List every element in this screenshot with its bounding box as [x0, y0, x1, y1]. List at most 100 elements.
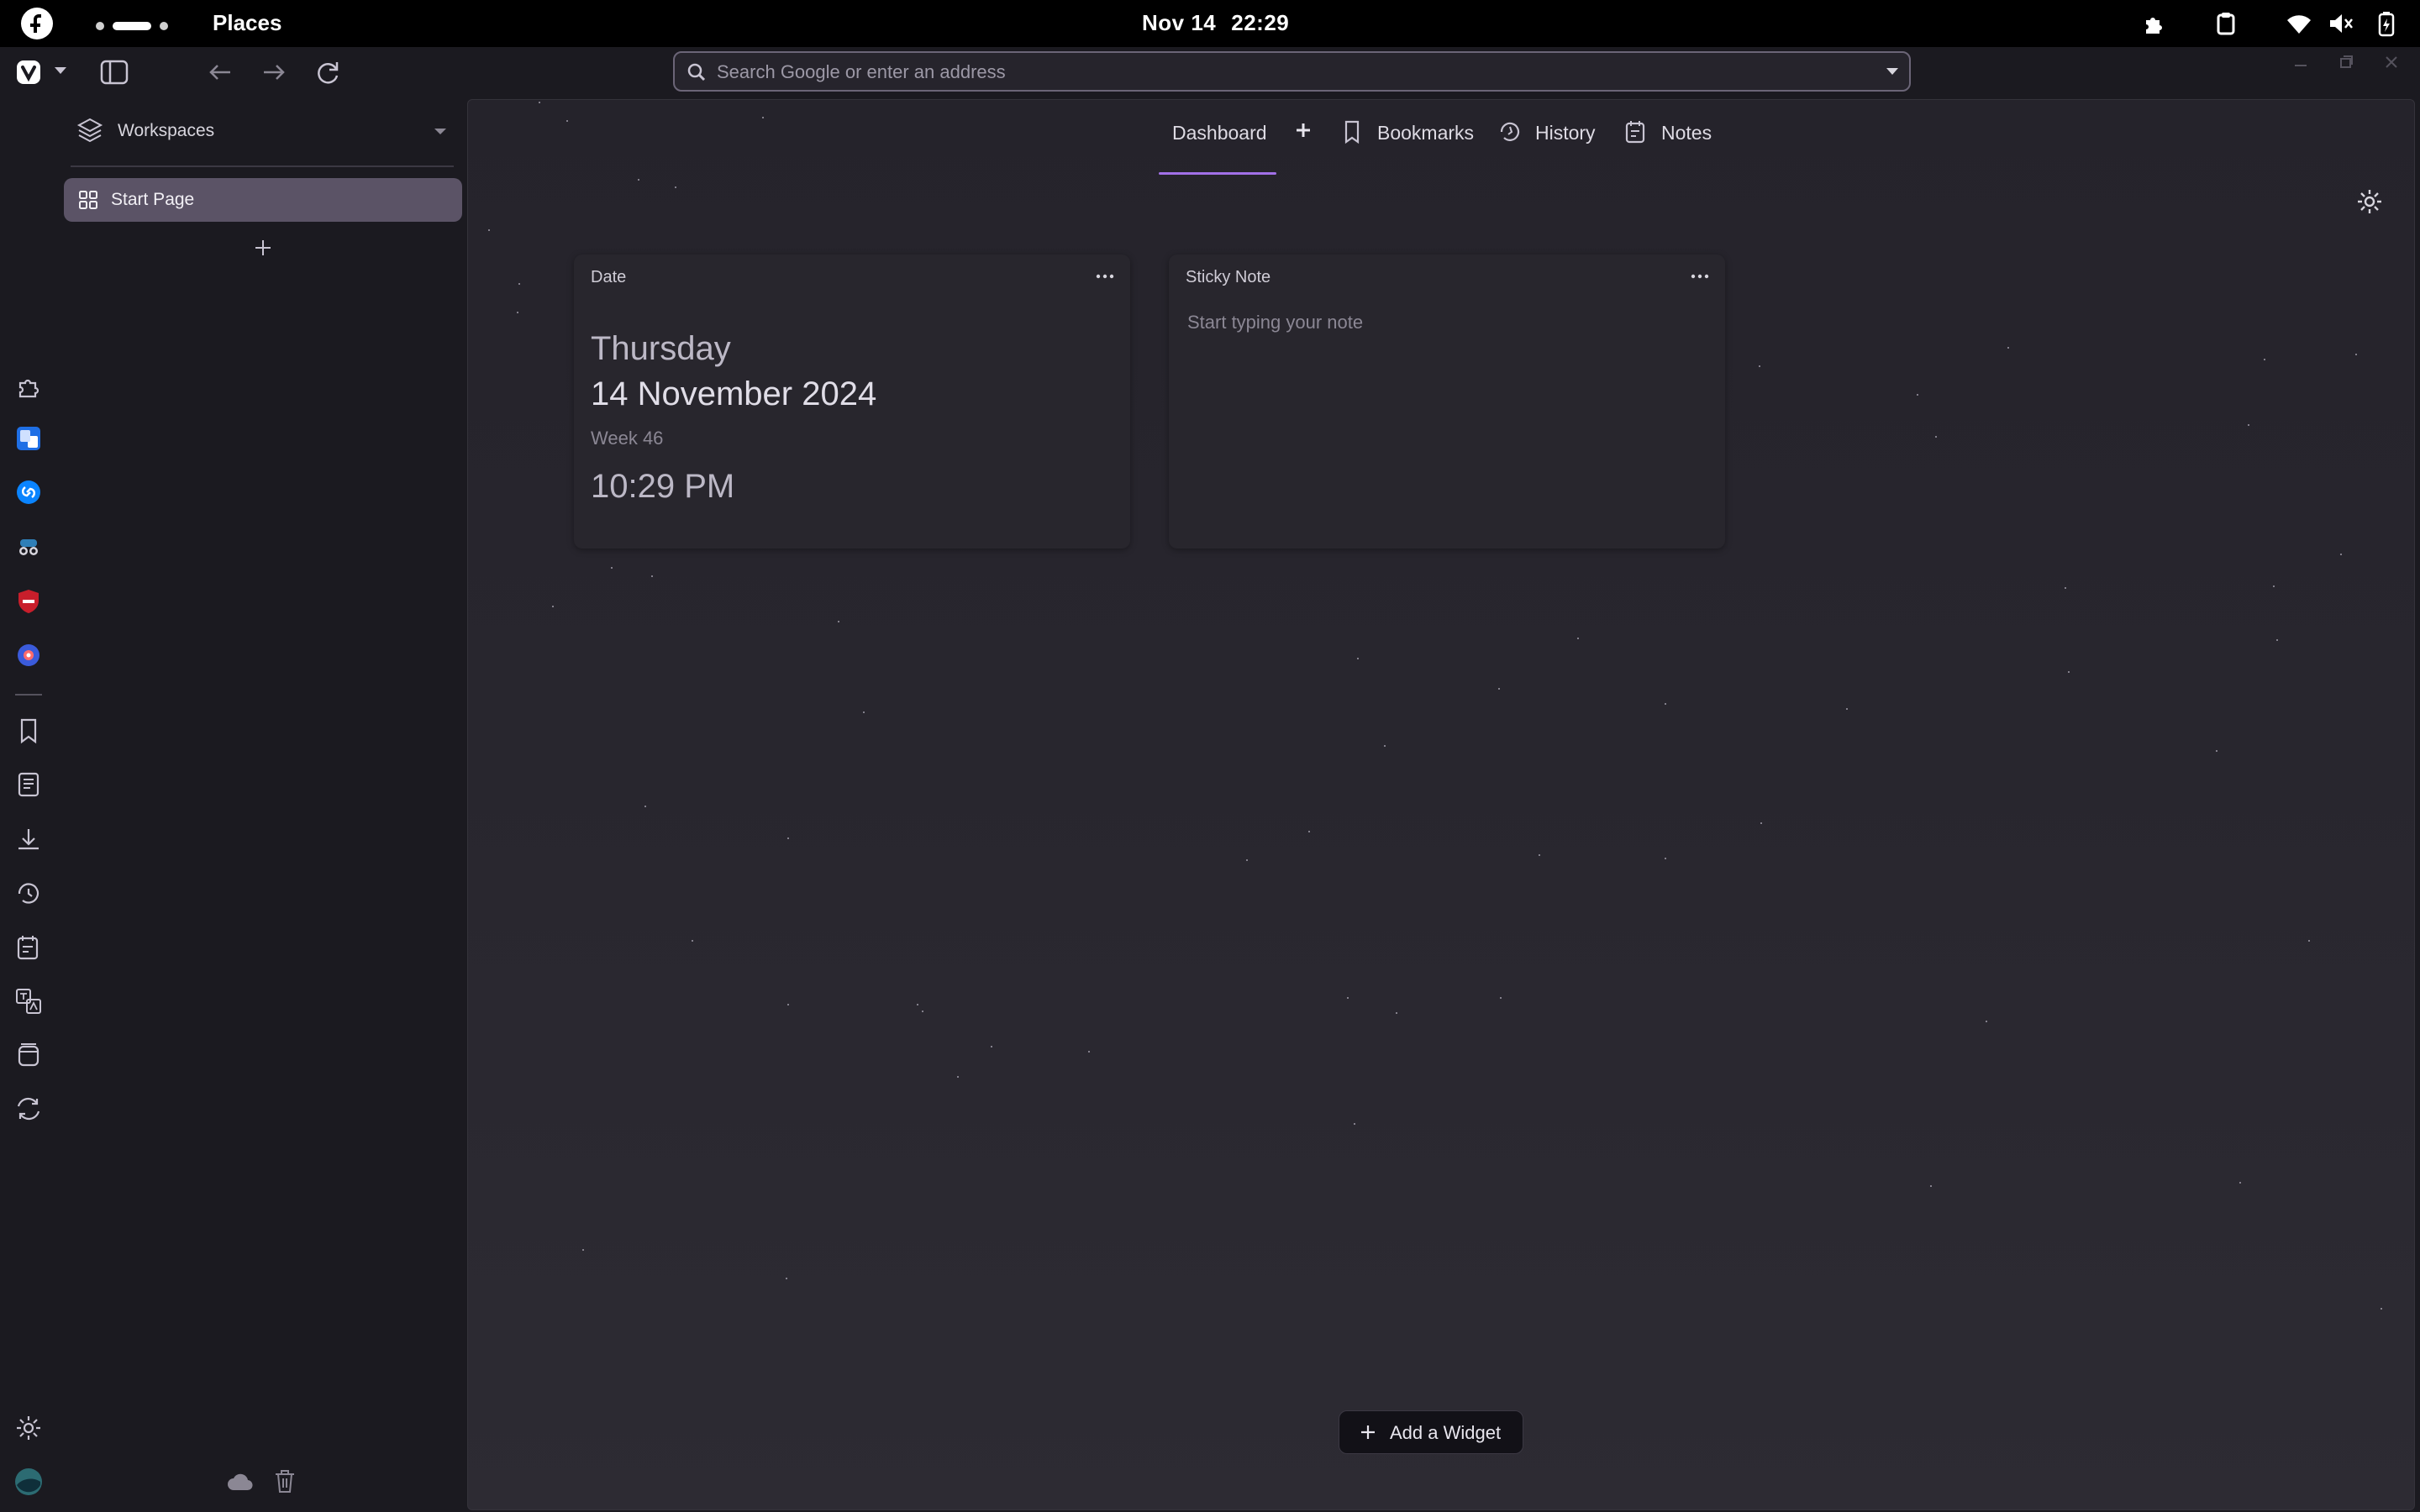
minimize-icon[interactable] [2291, 52, 2311, 72]
wifi-icon[interactable] [2286, 10, 2312, 37]
new-tab-plus-icon[interactable] [250, 235, 276, 260]
star-dot [2276, 639, 2278, 641]
star-dot [2068, 671, 2070, 673]
workspaces-selector[interactable]: Workspaces [76, 114, 449, 148]
colorful-extension-icon[interactable] [13, 640, 44, 670]
plus-icon [1361, 1425, 1375, 1439]
star-dot [1665, 703, 1666, 705]
sync-cloud-icon[interactable] [225, 1467, 255, 1497]
star-dot [488, 229, 490, 231]
star-dot [651, 575, 653, 577]
workspaces-label: Workspaces [118, 121, 215, 140]
add-widget-button[interactable]: Add a Widget [1339, 1410, 1523, 1454]
widget-more-icon[interactable] [1688, 268, 1712, 285]
star-dot [1846, 708, 1848, 710]
start-page-nav: Dashboard Bookmarks History Notes [468, 100, 2414, 175]
tab-bookmarks[interactable]: Bookmarks [1339, 117, 1481, 150]
volume-muted-icon[interactable] [2328, 10, 2354, 37]
active-app-name[interactable]: Places [213, 10, 281, 36]
system-clock[interactable]: Nov 14 22:29 [1142, 10, 1304, 36]
tab-label: Start Page [111, 190, 195, 209]
battery-charging-icon[interactable] [2373, 10, 2400, 37]
address-history-dropdown-icon[interactable] [1884, 63, 1901, 80]
star-dot [2007, 347, 2009, 349]
workspace-indicator[interactable] [96, 18, 176, 30]
clock-date: Nov 14 [1142, 10, 1217, 35]
extensions-panel-icon[interactable] [13, 371, 44, 402]
window-panel-icon[interactable] [13, 1040, 44, 1070]
tab-history[interactable]: History [1497, 117, 1606, 150]
bookmark-icon [1344, 120, 1360, 144]
vivaldi-menu-caret-icon[interactable] [52, 62, 69, 79]
add-dashboard-plus-icon[interactable] [1292, 118, 1315, 142]
shazam-extension-icon[interactable] [13, 477, 44, 507]
star-dot [692, 940, 693, 942]
star-dot [1935, 436, 1937, 438]
star-dot [1500, 997, 1502, 999]
trash-icon[interactable] [271, 1467, 299, 1495]
notes-panel-icon[interactable] [13, 932, 44, 963]
sticky-note-textarea[interactable] [1186, 310, 1710, 532]
back-icon[interactable] [205, 57, 235, 87]
reading-list-panel-icon[interactable] [13, 769, 44, 800]
star-dot [1347, 997, 1349, 999]
clipboard-tray-icon[interactable] [2212, 10, 2239, 37]
bookmarks-panel-icon[interactable] [13, 716, 44, 746]
start-page-content: Dashboard Bookmarks History Notes Date T… [467, 99, 2415, 1510]
tab-notes[interactable]: Notes [1623, 117, 1723, 150]
reload-icon[interactable] [313, 57, 343, 87]
star-dot [2273, 585, 2275, 587]
profile-avatar-icon[interactable] [13, 1467, 44, 1497]
star-dot [582, 1249, 584, 1251]
tab-dashboard[interactable]: Dashboard [1159, 117, 1281, 175]
star-dot [1384, 745, 1386, 747]
privacy-extension-icon[interactable] [13, 533, 44, 563]
ad-blocker-extension-icon[interactable] [13, 586, 44, 617]
star-dot [786, 1278, 787, 1279]
panel-toggle-icon[interactable] [99, 57, 129, 87]
star-dot [1396, 1012, 1397, 1014]
panel-divider [71, 165, 454, 167]
tab-bookmarks-label: Bookmarks [1377, 122, 1475, 144]
star-dot [1088, 1051, 1090, 1053]
restore-icon[interactable] [2336, 52, 2356, 72]
star-dot [838, 621, 839, 622]
address-bar[interactable] [673, 51, 1911, 92]
start-page-settings-icon[interactable] [2355, 187, 2384, 216]
star-dot [675, 186, 676, 188]
close-window-icon[interactable] [2381, 52, 2402, 72]
date-widget-title: Date [591, 268, 627, 286]
history-panel-icon[interactable] [13, 879, 44, 909]
tab-dashboard-label: Dashboard [1172, 122, 1267, 144]
notes-icon [1625, 121, 1645, 144]
extensions-tray-icon[interactable] [2141, 10, 2168, 37]
weekday: Thursday [591, 330, 731, 367]
week-number: Week 46 [591, 428, 664, 449]
star-dot [611, 567, 613, 569]
widget-more-icon[interactable] [1093, 268, 1117, 285]
bitwarden-extension-icon[interactable] [13, 423, 44, 454]
translate-panel-icon[interactable] [13, 986, 44, 1016]
star-dot [1539, 854, 1540, 856]
tab-notes-label: Notes [1661, 122, 1712, 144]
address-input[interactable] [715, 53, 1844, 92]
chevron-down-icon [434, 129, 446, 134]
star-dot [2264, 359, 2265, 360]
forward-icon[interactable] [259, 57, 289, 87]
vivaldi-menu-icon[interactable] [15, 57, 45, 87]
sync-panel-icon[interactable] [13, 1094, 44, 1124]
add-widget-label: Add a Widget [1390, 1422, 1502, 1443]
star-dot [1308, 831, 1310, 832]
date-widget: Date Thursday 14 November 2024 Week 46 1… [574, 255, 1130, 549]
star-dot [1917, 394, 1918, 396]
star-dot [922, 1011, 923, 1012]
star-dot [552, 606, 554, 607]
full-date: 14 November 2024 [591, 375, 877, 412]
star-dot [1665, 858, 1666, 859]
downloads-panel-icon[interactable] [13, 825, 44, 855]
settings-icon[interactable] [13, 1413, 44, 1443]
tab-start-page[interactable]: Start Page [64, 178, 462, 222]
system-top-bar: Places Nov 14 22:29 [0, 0, 2420, 47]
star-dot [1759, 365, 1760, 367]
fedora-logo-icon[interactable] [20, 7, 54, 40]
